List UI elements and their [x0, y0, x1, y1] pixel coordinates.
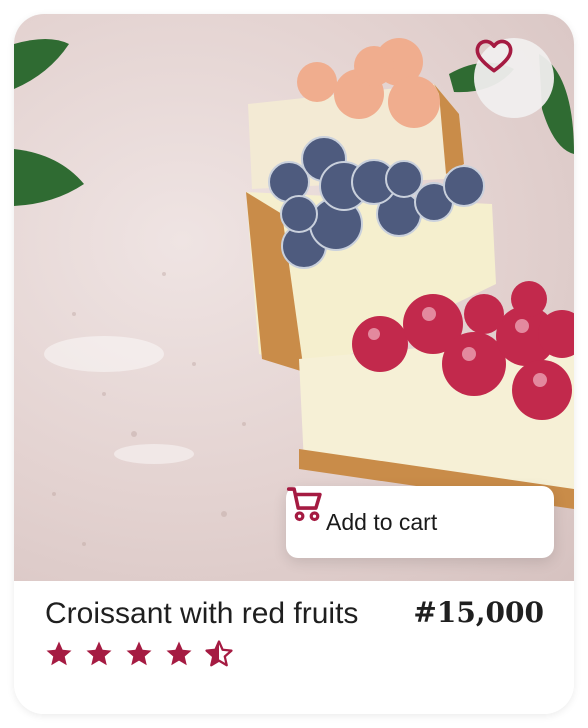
rating-stars — [44, 639, 234, 669]
favorite-button[interactable] — [474, 38, 554, 118]
heart-outline-icon — [475, 39, 513, 73]
product-card[interactable]: Add to cart Croissant with red fruits #1… — [14, 14, 574, 714]
star-icon — [126, 641, 152, 666]
product-image: Add to cart — [14, 14, 574, 581]
product-price: #15,000 — [413, 596, 544, 629]
add-to-cart-label: Add to cart — [326, 508, 438, 535]
product-name: Croissant with red fruits — [45, 597, 359, 630]
star-half-icon — [205, 640, 233, 667]
star-icon — [166, 641, 192, 666]
star-icon — [86, 641, 112, 666]
add-to-cart-button[interactable]: Add to cart — [286, 486, 554, 558]
star-icon — [46, 641, 72, 666]
cart-icon — [286, 487, 322, 522]
product-info: Croissant with red fruits #15,000 — [14, 581, 574, 714]
